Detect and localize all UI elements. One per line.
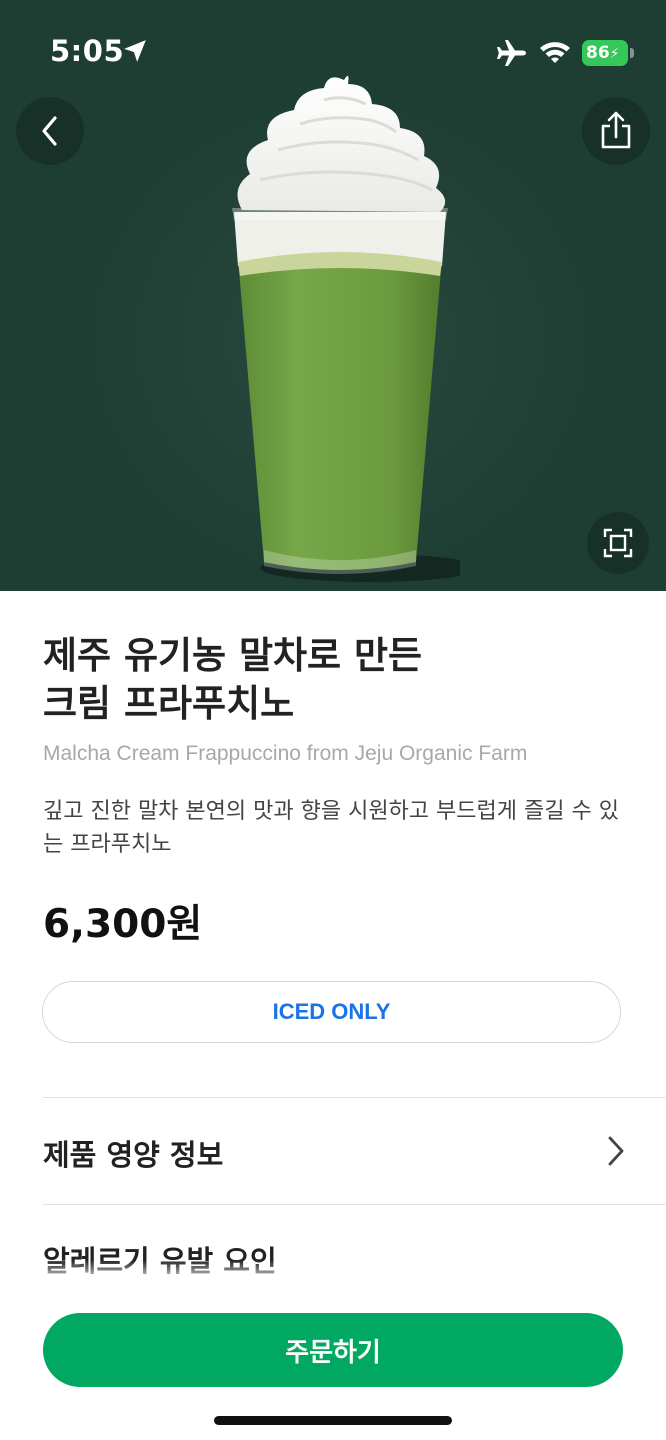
product-title-line2: 크림 프라푸치노	[43, 682, 295, 725]
product-description: 깊고 진한 말차 본연의 맛과 향을 시원하고 부드럽게 즐길 수 있는 프라푸…	[43, 799, 619, 857]
divider	[43, 1097, 666, 1098]
image-expand-button[interactable]	[587, 512, 649, 574]
product-hero-image: 5:05 86⚡	[0, 0, 666, 591]
status-bar: 5:05 86⚡	[0, 0, 666, 100]
share-icon	[601, 111, 631, 149]
battery-level: 86	[586, 43, 610, 63]
battery-nub	[630, 48, 634, 58]
share-button[interactable]	[582, 97, 650, 165]
order-button[interactable]: 주문하기	[43, 1313, 623, 1387]
divider	[43, 1204, 666, 1205]
chevron-left-icon	[42, 116, 57, 146]
chevron-right-icon	[608, 1136, 624, 1166]
bottom-fade	[0, 1260, 666, 1284]
temperature-option-button[interactable]: ICED ONLY	[42, 981, 621, 1043]
home-indicator	[214, 1416, 452, 1425]
charging-bolt-icon: ⚡	[609, 46, 620, 62]
temperature-option-label: ICED ONLY	[272, 999, 391, 1024]
status-time: 5:05	[50, 34, 125, 68]
order-button-label: 주문하기	[285, 1337, 381, 1368]
product-price: 6,300원	[43, 902, 203, 947]
frappuccino-image	[232, 75, 460, 582]
scan-frame-icon	[603, 528, 633, 558]
nutrition-info-label: 제품 영양 정보	[43, 1138, 224, 1172]
product-title: 제주 유기농 말차로 만든 크림 프라푸치노	[43, 632, 623, 728]
battery-icon: 86⚡	[582, 40, 634, 66]
wifi-icon	[540, 42, 570, 63]
location-arrow-icon	[124, 40, 146, 62]
back-button[interactable]	[16, 97, 84, 165]
product-title-line1: 제주 유기농 말차로 만든	[43, 634, 423, 677]
product-english-name: Malcha Cream Frappuccino from Jeju Organ…	[43, 742, 528, 765]
airplane-icon	[497, 40, 526, 66]
